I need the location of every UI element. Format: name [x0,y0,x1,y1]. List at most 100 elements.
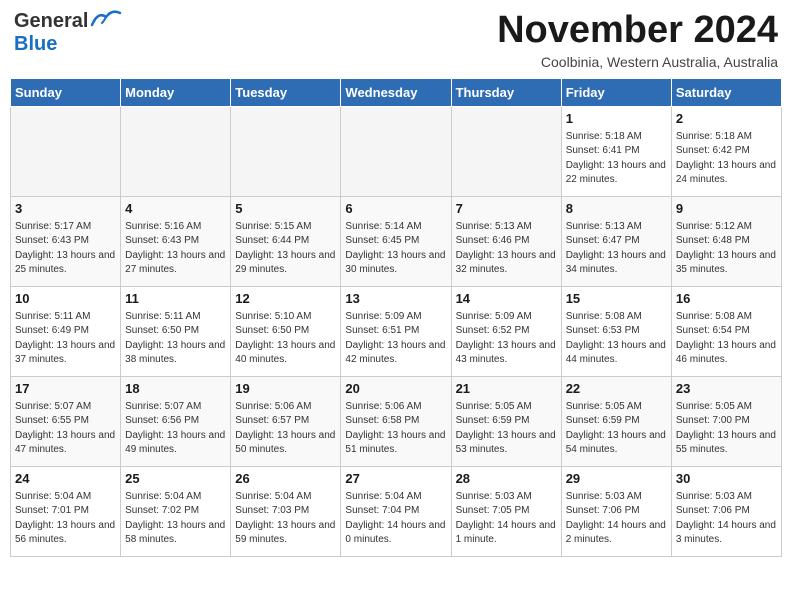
calendar-cell: 2 Sunrise: 5:18 AMSunset: 6:42 PMDaylight… [671,106,781,196]
day-info: Sunrise: 5:04 AMSunset: 7:01 PMDaylight:… [15,490,116,548]
day-info: Sunrise: 5:06 AMSunset: 6:58 PMDaylight:… [345,400,446,458]
calendar-cell: 23Sunrise: 5:05 AMSunset: 7:00 PMDayligh… [671,376,781,466]
day-info: Sunrise: 5:11 AMSunset: 6:50 PMDaylight:… [125,310,226,368]
day-info: Sunrise: 5:03 AMSunset: 7:06 PMDaylight:… [566,490,667,548]
day-number: 3 [15,200,116,218]
calendar-cell: 17 Sunrise: 5:07 AMSunset: 6:55 PMDayligh… [11,376,121,466]
day-header-saturday: Saturday [671,78,781,106]
day-number: 29 [566,470,667,488]
day-number: 15 [566,290,667,308]
day-info: Sunrise: 5:04 AMSunset: 7:03 PMDaylight:… [235,490,336,548]
calendar-cell: 5 Sunrise: 5:15 AMSunset: 6:44 PMDaylight… [231,196,341,286]
calendar-cell: 15 Sunrise: 5:08 AMSunset: 6:53 PMDayligh… [561,286,671,376]
day-number: 9 [676,200,777,218]
day-number: 18 [125,380,226,398]
calendar-cell: 1 Sunrise: 5:18 AMSunset: 6:41 PMDaylight… [561,106,671,196]
calendar-cell: 7Sunrise: 5:13 AMSunset: 6:46 PMDaylight… [451,196,561,286]
day-number: 4 [125,200,226,218]
day-info: Sunrise: 5:09 AMSunset: 6:52 PMDaylight:… [456,310,557,368]
day-header-sunday: Sunday [11,78,121,106]
page-header: General Blue November 2024 Coolbinia, We… [10,10,782,70]
calendar-cell: 20 Sunrise: 5:06 AMSunset: 6:58 PMDayligh… [341,376,451,466]
month-title: November 2024 [497,10,778,52]
day-info: Sunrise: 5:18 AMSunset: 6:42 PMDaylight:… [676,130,777,188]
logo-general: General [14,10,88,33]
day-number: 24 [15,470,116,488]
calendar-cell: 25Sunrise: 5:04 AMSunset: 7:02 PMDayligh… [121,466,231,556]
day-info: Sunrise: 5:03 AMSunset: 7:05 PMDaylight:… [456,490,557,548]
title-section: November 2024 Coolbinia, Western Austral… [497,10,778,70]
day-info: Sunrise: 5:04 AMSunset: 7:04 PMDaylight:… [345,490,446,548]
day-header-thursday: Thursday [451,78,561,106]
calendar-cell: 6 Sunrise: 5:14 AMSunset: 6:45 PMDaylight… [341,196,451,286]
day-info: Sunrise: 5:14 AMSunset: 6:45 PMDaylight:… [345,220,446,278]
day-header-tuesday: Tuesday [231,78,341,106]
calendar-cell: 26Sunrise: 5:04 AMSunset: 7:03 PMDayligh… [231,466,341,556]
day-number: 8 [566,200,667,218]
day-info: Sunrise: 5:07 AMSunset: 6:56 PMDaylight:… [125,400,226,458]
day-number: 1 [566,110,667,128]
calendar-week-2: 3 Sunrise: 5:17 AMSunset: 6:43 PMDaylight… [11,196,782,286]
day-info: Sunrise: 5:17 AMSunset: 6:43 PMDaylight:… [15,220,116,278]
day-info: Sunrise: 5:13 AMSunset: 6:46 PMDaylight:… [456,220,557,278]
day-info: Sunrise: 5:05 AMSunset: 6:59 PMDaylight:… [456,400,557,458]
calendar-week-4: 17 Sunrise: 5:07 AMSunset: 6:55 PMDayligh… [11,376,782,466]
calendar-week-3: 10Sunrise: 5:11 AMSunset: 6:49 PMDayligh… [11,286,782,376]
day-header-wednesday: Wednesday [341,78,451,106]
calendar-cell [451,106,561,196]
calendar-cell: 29 Sunrise: 5:03 AMSunset: 7:06 PMDayligh… [561,466,671,556]
day-info: Sunrise: 5:07 AMSunset: 6:55 PMDaylight:… [15,400,116,458]
calendar-cell: 22 Sunrise: 5:05 AMSunset: 6:59 PMDayligh… [561,376,671,466]
day-info: Sunrise: 5:08 AMSunset: 6:53 PMDaylight:… [566,310,667,368]
day-number: 16 [676,290,777,308]
day-number: 6 [345,200,446,218]
day-info: Sunrise: 5:03 AMSunset: 7:06 PMDaylight:… [676,490,777,548]
calendar-cell: 13 Sunrise: 5:09 AMSunset: 6:51 PMDayligh… [341,286,451,376]
calendar-header-row: SundayMondayTuesdayWednesdayThursdayFrid… [11,78,782,106]
day-info: Sunrise: 5:09 AMSunset: 6:51 PMDaylight:… [345,310,446,368]
day-info: Sunrise: 5:18 AMSunset: 6:41 PMDaylight:… [566,130,667,188]
day-info: Sunrise: 5:05 AMSunset: 6:59 PMDaylight:… [566,400,667,458]
calendar-cell [121,106,231,196]
calendar-cell: 24 Sunrise: 5:04 AMSunset: 7:01 PMDayligh… [11,466,121,556]
calendar-cell: 12Sunrise: 5:10 AMSunset: 6:50 PMDayligh… [231,286,341,376]
day-number: 30 [676,470,777,488]
logo-blue: Blue [14,33,57,55]
day-number: 11 [125,290,226,308]
day-number: 5 [235,200,336,218]
day-info: Sunrise: 5:16 AMSunset: 6:43 PMDaylight:… [125,220,226,278]
calendar-cell: 30 Sunrise: 5:03 AMSunset: 7:06 PMDayligh… [671,466,781,556]
calendar-cell: 28 Sunrise: 5:03 AMSunset: 7:05 PMDayligh… [451,466,561,556]
calendar-cell [341,106,451,196]
day-number: 20 [345,380,446,398]
day-number: 21 [456,380,557,398]
day-number: 28 [456,470,557,488]
day-number: 22 [566,380,667,398]
calendar-cell: 10Sunrise: 5:11 AMSunset: 6:49 PMDayligh… [11,286,121,376]
day-info: Sunrise: 5:04 AMSunset: 7:02 PMDaylight:… [125,490,226,548]
day-number: 17 [15,380,116,398]
day-number: 14 [456,290,557,308]
day-info: Sunrise: 5:10 AMSunset: 6:50 PMDaylight:… [235,310,336,368]
day-number: 23 [676,380,777,398]
day-info: Sunrise: 5:15 AMSunset: 6:44 PMDaylight:… [235,220,336,278]
calendar-week-5: 24 Sunrise: 5:04 AMSunset: 7:01 PMDayligh… [11,466,782,556]
day-number: 2 [676,110,777,128]
logo: General Blue [14,10,122,56]
day-info: Sunrise: 5:11 AMSunset: 6:49 PMDaylight:… [15,310,116,368]
calendar-cell [11,106,121,196]
day-info: Sunrise: 5:12 AMSunset: 6:48 PMDaylight:… [676,220,777,278]
day-info: Sunrise: 5:13 AMSunset: 6:47 PMDaylight:… [566,220,667,278]
calendar-cell: 14 Sunrise: 5:09 AMSunset: 6:52 PMDayligh… [451,286,561,376]
calendar-cell: 3 Sunrise: 5:17 AMSunset: 6:43 PMDaylight… [11,196,121,286]
day-number: 27 [345,470,446,488]
calendar-cell: 18 Sunrise: 5:07 AMSunset: 6:56 PMDayligh… [121,376,231,466]
day-info: Sunrise: 5:08 AMSunset: 6:54 PMDaylight:… [676,310,777,368]
calendar-cell: 16 Sunrise: 5:08 AMSunset: 6:54 PMDayligh… [671,286,781,376]
calendar-week-1: 1 Sunrise: 5:18 AMSunset: 6:41 PMDaylight… [11,106,782,196]
calendar-cell: 9 Sunrise: 5:12 AMSunset: 6:48 PMDaylight… [671,196,781,286]
day-info: Sunrise: 5:06 AMSunset: 6:57 PMDaylight:… [235,400,336,458]
day-number: 13 [345,290,446,308]
calendar-table: SundayMondayTuesdayWednesdayThursdayFrid… [10,78,782,557]
day-number: 19 [235,380,336,398]
